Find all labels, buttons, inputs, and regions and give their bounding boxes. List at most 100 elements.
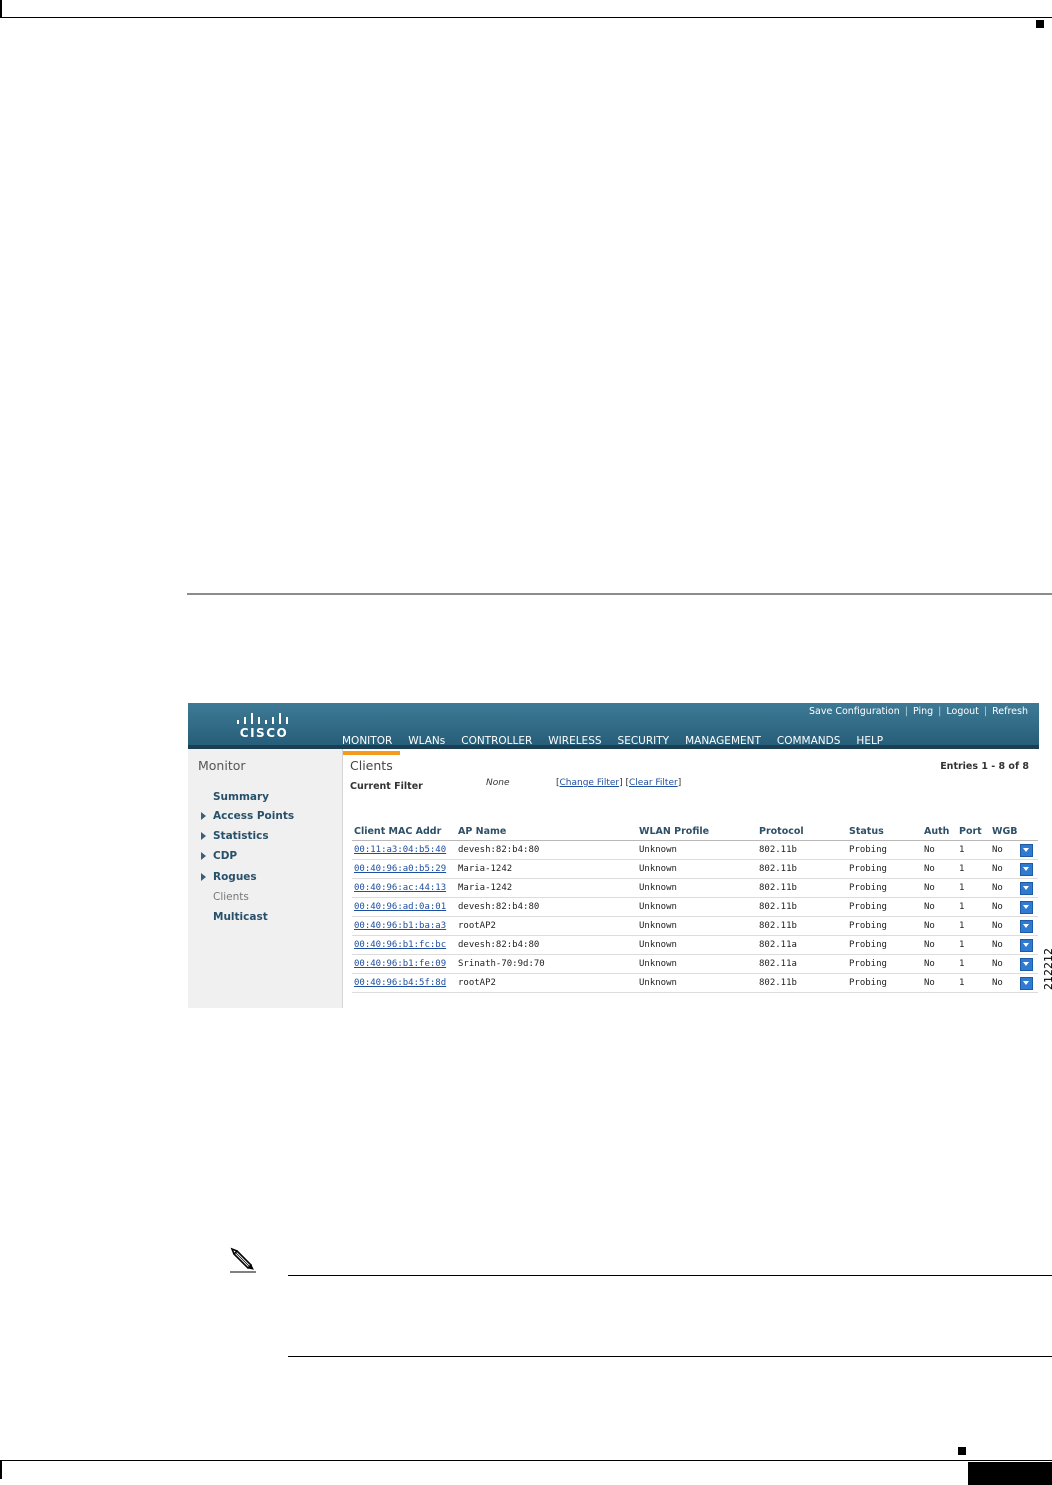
change-filter-link[interactable]: Change Filter <box>560 778 620 788</box>
sidebar-item-multicast[interactable]: Multicast <box>213 911 268 923</box>
cell-port: 1 <box>957 840 990 860</box>
cell-wlan-profile: Unknown <box>637 859 757 879</box>
col-auth[interactable]: Auth <box>922 825 957 841</box>
table-row: 00:40:96:b1:fc:bc devesh:82:b4:80 Unknown 8… <box>352 935 1038 955</box>
clear-filter-link[interactable]: Clear Filter <box>629 778 678 788</box>
cell-client-mac[interactable]: 00:40:96:b4:5f:8d <box>352 973 456 993</box>
cell-port: 1 <box>957 859 990 879</box>
table-row: 00:40:96:b1:fe:09 Srinath-70:9d:70 Unknown… <box>352 954 1038 974</box>
row-actions-cell <box>1018 916 1038 936</box>
row-dropdown-icon[interactable] <box>1020 881 1033 895</box>
row-actions-cell <box>1018 973 1038 993</box>
cell-status: Probing <box>847 840 922 860</box>
row-dropdown-icon[interactable] <box>1020 976 1033 990</box>
cell-client-mac[interactable]: 00:40:96:ac:44:13 <box>352 878 456 898</box>
footer-rule <box>0 1460 1052 1461</box>
cell-port: 1 <box>957 973 990 993</box>
sidebar-item-label: Statistics <box>213 830 269 842</box>
cell-ap-name: Srinath-70:9d:70 <box>456 954 637 974</box>
cell-wlan-profile: Unknown <box>637 878 757 898</box>
col-wgb[interactable]: WGB <box>990 825 1018 841</box>
cell-wgb: No <box>990 840 1018 860</box>
clients-table: Client MAC Addr AP Name WLAN Profile Pro… <box>352 825 1038 993</box>
note-bottom-rule <box>288 1356 1052 1357</box>
sidebar-item-label: CDP <box>213 850 238 862</box>
col-wlan-profile[interactable]: WLAN Profile <box>637 825 757 841</box>
note-top-rule <box>288 1275 1052 1276</box>
sidebar-item-summary[interactable]: Summary <box>213 791 269 803</box>
cell-port: 1 <box>957 916 990 936</box>
col-client-mac[interactable]: Client MAC Addr <box>352 825 456 841</box>
cell-auth: No <box>922 897 957 917</box>
cell-auth: No <box>922 954 957 974</box>
col-actions <box>1018 825 1038 841</box>
cell-ap-name: rootAP2 <box>456 973 637 993</box>
cell-status: Probing <box>847 878 922 898</box>
col-port[interactable]: Port <box>957 825 990 841</box>
cell-wgb: No <box>990 916 1018 936</box>
row-dropdown-icon[interactable] <box>1020 938 1033 952</box>
table-row: 00:40:96:b4:5f:8d rootAP2 Unknown 802.11b Pr… <box>352 973 1038 993</box>
cell-status: Probing <box>847 859 922 879</box>
cell-status: Probing <box>847 897 922 917</box>
ping-link[interactable]: Ping <box>913 706 933 717</box>
cell-status: Probing <box>847 935 922 955</box>
current-filter-label: Current Filter <box>350 781 423 792</box>
clients-screenshot: CISCO Save Configuration | Ping | Logout | Ref… <box>188 703 1039 1008</box>
row-dropdown-icon[interactable] <box>1020 957 1033 971</box>
cell-protocol: 802.11a <box>757 954 847 974</box>
cell-wlan-profile: Unknown <box>637 954 757 974</box>
cell-port: 1 <box>957 878 990 898</box>
cell-client-mac[interactable]: 00:11:a3:04:b5:40 <box>352 840 456 860</box>
cell-protocol: 802.11b <box>757 973 847 993</box>
row-dropdown-icon[interactable] <box>1020 862 1033 876</box>
step-divider <box>187 593 1052 595</box>
cell-port: 1 <box>957 935 990 955</box>
cell-ap-name: rootAP2 <box>456 916 637 936</box>
cell-port: 1 <box>957 954 990 974</box>
cell-protocol: 802.11b <box>757 878 847 898</box>
utility-links: Save Configuration | Ping | Logout | Refresh <box>808 706 1028 717</box>
cell-auth: No <box>922 973 957 993</box>
row-actions-cell <box>1018 840 1038 860</box>
cell-auth: No <box>922 840 957 860</box>
filter-links: [Change Filter] [Clear Filter] <box>556 778 682 788</box>
refresh-link[interactable]: Refresh <box>992 706 1028 717</box>
row-dropdown-icon[interactable] <box>1020 900 1033 914</box>
sidebar-item-label: Rogues <box>213 871 257 883</box>
cell-protocol: 802.11b <box>757 859 847 879</box>
expand-arrow-icon <box>201 812 206 820</box>
logout-link[interactable]: Logout <box>946 706 979 717</box>
row-dropdown-icon[interactable] <box>1020 843 1033 857</box>
entries-count: Entries 1 - 8 of 8 <box>940 761 1029 772</box>
cell-client-mac[interactable]: 00:40:96:b1:ba:a3 <box>352 916 456 936</box>
save-configuration-link[interactable]: Save Configuration <box>809 706 900 717</box>
cell-client-mac[interactable]: 00:40:96:a0:b5:29 <box>352 859 456 879</box>
sidebar-item-access-points[interactable]: Access Points <box>201 810 294 822</box>
row-actions-cell <box>1018 878 1038 898</box>
sidebar-item-rogues[interactable]: Rogues <box>201 871 257 883</box>
sidebar-item-cdp[interactable]: CDP <box>201 850 238 862</box>
cell-wgb: No <box>990 973 1018 993</box>
bottom-margin-tick <box>0 1461 2 1479</box>
col-protocol[interactable]: Protocol <box>757 825 847 841</box>
cell-protocol: 802.11b <box>757 897 847 917</box>
row-dropdown-icon[interactable] <box>1020 919 1033 933</box>
wlc-header-bar: CISCO Save Configuration | Ping | Logout | Ref… <box>188 703 1039 755</box>
cell-protocol: 802.11a <box>757 935 847 955</box>
row-actions-cell <box>1018 935 1038 955</box>
cell-client-mac[interactable]: 00:40:96:b1:fe:09 <box>352 954 456 974</box>
sidebar-item-statistics[interactable]: Statistics <box>201 830 269 842</box>
table-row: 00:11:a3:04:b5:40 devesh:82:b4:80 Unknown 8… <box>352 840 1038 860</box>
cell-auth: No <box>922 916 957 936</box>
col-ap-name[interactable]: AP Name <box>456 825 637 841</box>
cell-client-mac[interactable]: 00:40:96:ad:0a:01 <box>352 897 456 917</box>
col-status[interactable]: Status <box>847 825 922 841</box>
cell-status: Probing <box>847 973 922 993</box>
cell-client-mac[interactable]: 00:40:96:b1:fc:bc <box>352 935 456 955</box>
cell-protocol: 802.11b <box>757 916 847 936</box>
table-row: 00:40:96:a0:b5:29 Maria-1242 Unknown 802.11… <box>352 859 1038 879</box>
sidebar-item-clients[interactable]: Clients <box>213 891 249 903</box>
table-row: 00:40:96:ad:0a:01 devesh:82:b4:80 Unknown 8… <box>352 897 1038 917</box>
page-title: Clients <box>350 758 393 773</box>
